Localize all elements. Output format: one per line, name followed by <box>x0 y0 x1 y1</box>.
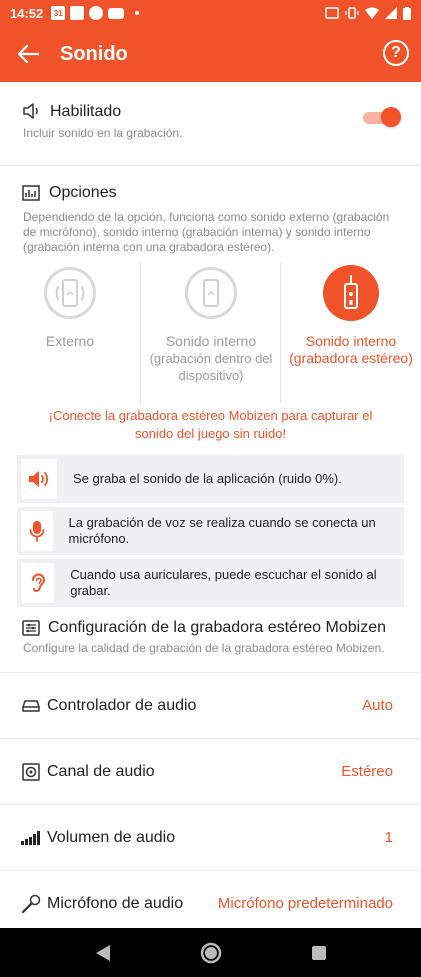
settings-list-icon <box>22 620 40 636</box>
stereo-config-title: Configuración de la grabadora estéreo Mo… <box>48 619 386 636</box>
audio-microphone-value: Micrófono predeterminado <box>217 895 393 912</box>
options-description: Dependiendo de la opción, funciona como … <box>23 210 390 254</box>
info-text: Se graba el sonido de la aplicación (rui… <box>73 471 342 486</box>
audio-controller-row[interactable]: Controlador de audio Auto <box>0 673 421 739</box>
options-icon <box>22 185 40 201</box>
mode-external-circle <box>44 267 96 319</box>
mode-internal-device[interactable]: Sonido interno (grabación dentro del dis… <box>140 263 280 403</box>
status-time: 14:52 <box>10 5 44 21</box>
stereo-config-description: Configure la calidad de grabación de la … <box>23 641 385 655</box>
status-bar: 14:52 31 <box>0 0 421 26</box>
ear-icon <box>31 573 45 593</box>
vibrate-icon <box>345 7 359 19</box>
wifi-icon <box>365 7 379 19</box>
feature-info-list: Se graba el sonido de la aplicación (rui… <box>0 455 421 607</box>
audio-microphone-label: Micrófono de audio <box>47 894 184 912</box>
signal-icon <box>385 7 397 19</box>
microphone-icon <box>29 521 45 542</box>
calendar-day: 31 <box>53 8 63 18</box>
info-icon-box <box>21 459 57 499</box>
speaker-outline-icon <box>23 103 38 119</box>
audio-channel-row[interactable]: Canal de audio Estéreo <box>0 739 421 805</box>
audio-volume-row[interactable]: Volumen de audio 1 <box>0 805 421 871</box>
mode-internal-label: Sonido interno (grabación dentro del dis… <box>141 333 281 384</box>
volume-bars-icon <box>21 830 41 845</box>
audio-volume-label: Volumen de audio <box>47 828 176 846</box>
audio-volume-value: 1 <box>384 829 393 846</box>
enabled-toggle[interactable] <box>363 107 401 127</box>
app-bar: Sonido ? <box>0 26 421 82</box>
mode-internal-sublabel: (grabación dentro del dispositivo) <box>149 351 273 383</box>
audio-channel-icon <box>21 762 41 781</box>
mode-internal-circle <box>185 267 237 319</box>
speaker-icon <box>29 471 48 487</box>
sound-mode-selector: Externo Sonido interno (grabación dentro… <box>0 263 421 403</box>
mode-stereo-circle <box>323 265 379 321</box>
phone-icon <box>203 279 219 307</box>
mode-stereo-title: Sonido interno <box>305 333 397 349</box>
calendar-icon: 31 <box>51 6 66 20</box>
mode-stereo-sublabel: (grabadora estéreo) <box>289 350 413 366</box>
back-button[interactable] <box>0 26 56 82</box>
cast-icon <box>325 7 339 19</box>
enabled-description: Incluir sonido en la grabación. <box>23 126 183 140</box>
help-icon: ? <box>391 44 401 61</box>
mode-stereo-recorder[interactable]: Sonido interno (grabadora estéreo) <box>280 263 420 403</box>
mail-icon <box>70 6 85 20</box>
audio-controller-value: Auto <box>362 697 393 714</box>
nav-recents-icon[interactable] <box>311 945 327 961</box>
arrow-back-icon <box>17 45 39 63</box>
navigation-bar <box>0 928 421 977</box>
mode-external-title: Externo <box>45 333 95 349</box>
page-title: Sonido <box>60 42 128 65</box>
info-icon-box <box>21 511 53 551</box>
battery-icon <box>403 6 411 20</box>
audio-controller-icon <box>21 699 41 713</box>
microphone-outline-icon <box>21 894 41 914</box>
info-row: Se graba el sonido de la aplicación (rui… <box>17 455 404 503</box>
settings-content: Habilitado Incluir sonido en la grabació… <box>0 82 421 937</box>
info-text: Cuando usa auriculares, puede escuchar e… <box>70 567 377 598</box>
stereo-config-header: Configuración de la grabadora estéreo Mo… <box>0 619 421 637</box>
stereo-notice: ¡Conecte la grabadora estéreo Mobizen pa… <box>48 408 373 441</box>
nav-back-icon[interactable] <box>95 944 111 962</box>
stereo-config-section[interactable]: Configuración de la grabadora estéreo Mo… <box>0 611 421 673</box>
enabled-section[interactable]: Habilitado Incluir sonido en la grabació… <box>0 82 421 166</box>
notification-icons: 31 <box>51 6 140 20</box>
audio-channel-label: Canal de audio <box>47 762 155 780</box>
info-row: La grabación de voz se realiza cuando se… <box>17 507 404 555</box>
mode-external-label: Externo <box>0 333 140 350</box>
system-icons <box>325 6 411 20</box>
mode-stereo-label: Sonido interno (grabadora estéreo) <box>281 333 421 367</box>
audio-channel-value: Estéreo <box>341 763 393 780</box>
mode-internal-title: Sonido interno <box>165 333 257 349</box>
info-row: Cuando usa auriculares, puede escuchar e… <box>17 559 404 607</box>
mode-external[interactable]: Externo <box>0 263 140 403</box>
enabled-title: Habilitado <box>50 103 122 120</box>
options-title: Opciones <box>49 184 117 201</box>
nav-home-icon[interactable] <box>200 942 222 964</box>
info-text: La grabación de voz se realiza cuando se… <box>68 515 376 546</box>
options-header: Opciones <box>0 184 421 202</box>
options-section: Opciones Dependiendo de la opción, funci… <box>0 166 421 443</box>
more-notifications-icon <box>135 11 140 15</box>
youtube-icon <box>108 7 125 19</box>
toggle-thumb <box>381 107 401 127</box>
stereo-recorder-icon <box>344 275 358 309</box>
app-notification-icon <box>89 6 104 20</box>
phone-waves-icon <box>55 279 85 307</box>
audio-controller-label: Controlador de audio <box>47 696 197 714</box>
help-button[interactable]: ? <box>383 40 409 66</box>
info-icon-box <box>21 563 55 603</box>
